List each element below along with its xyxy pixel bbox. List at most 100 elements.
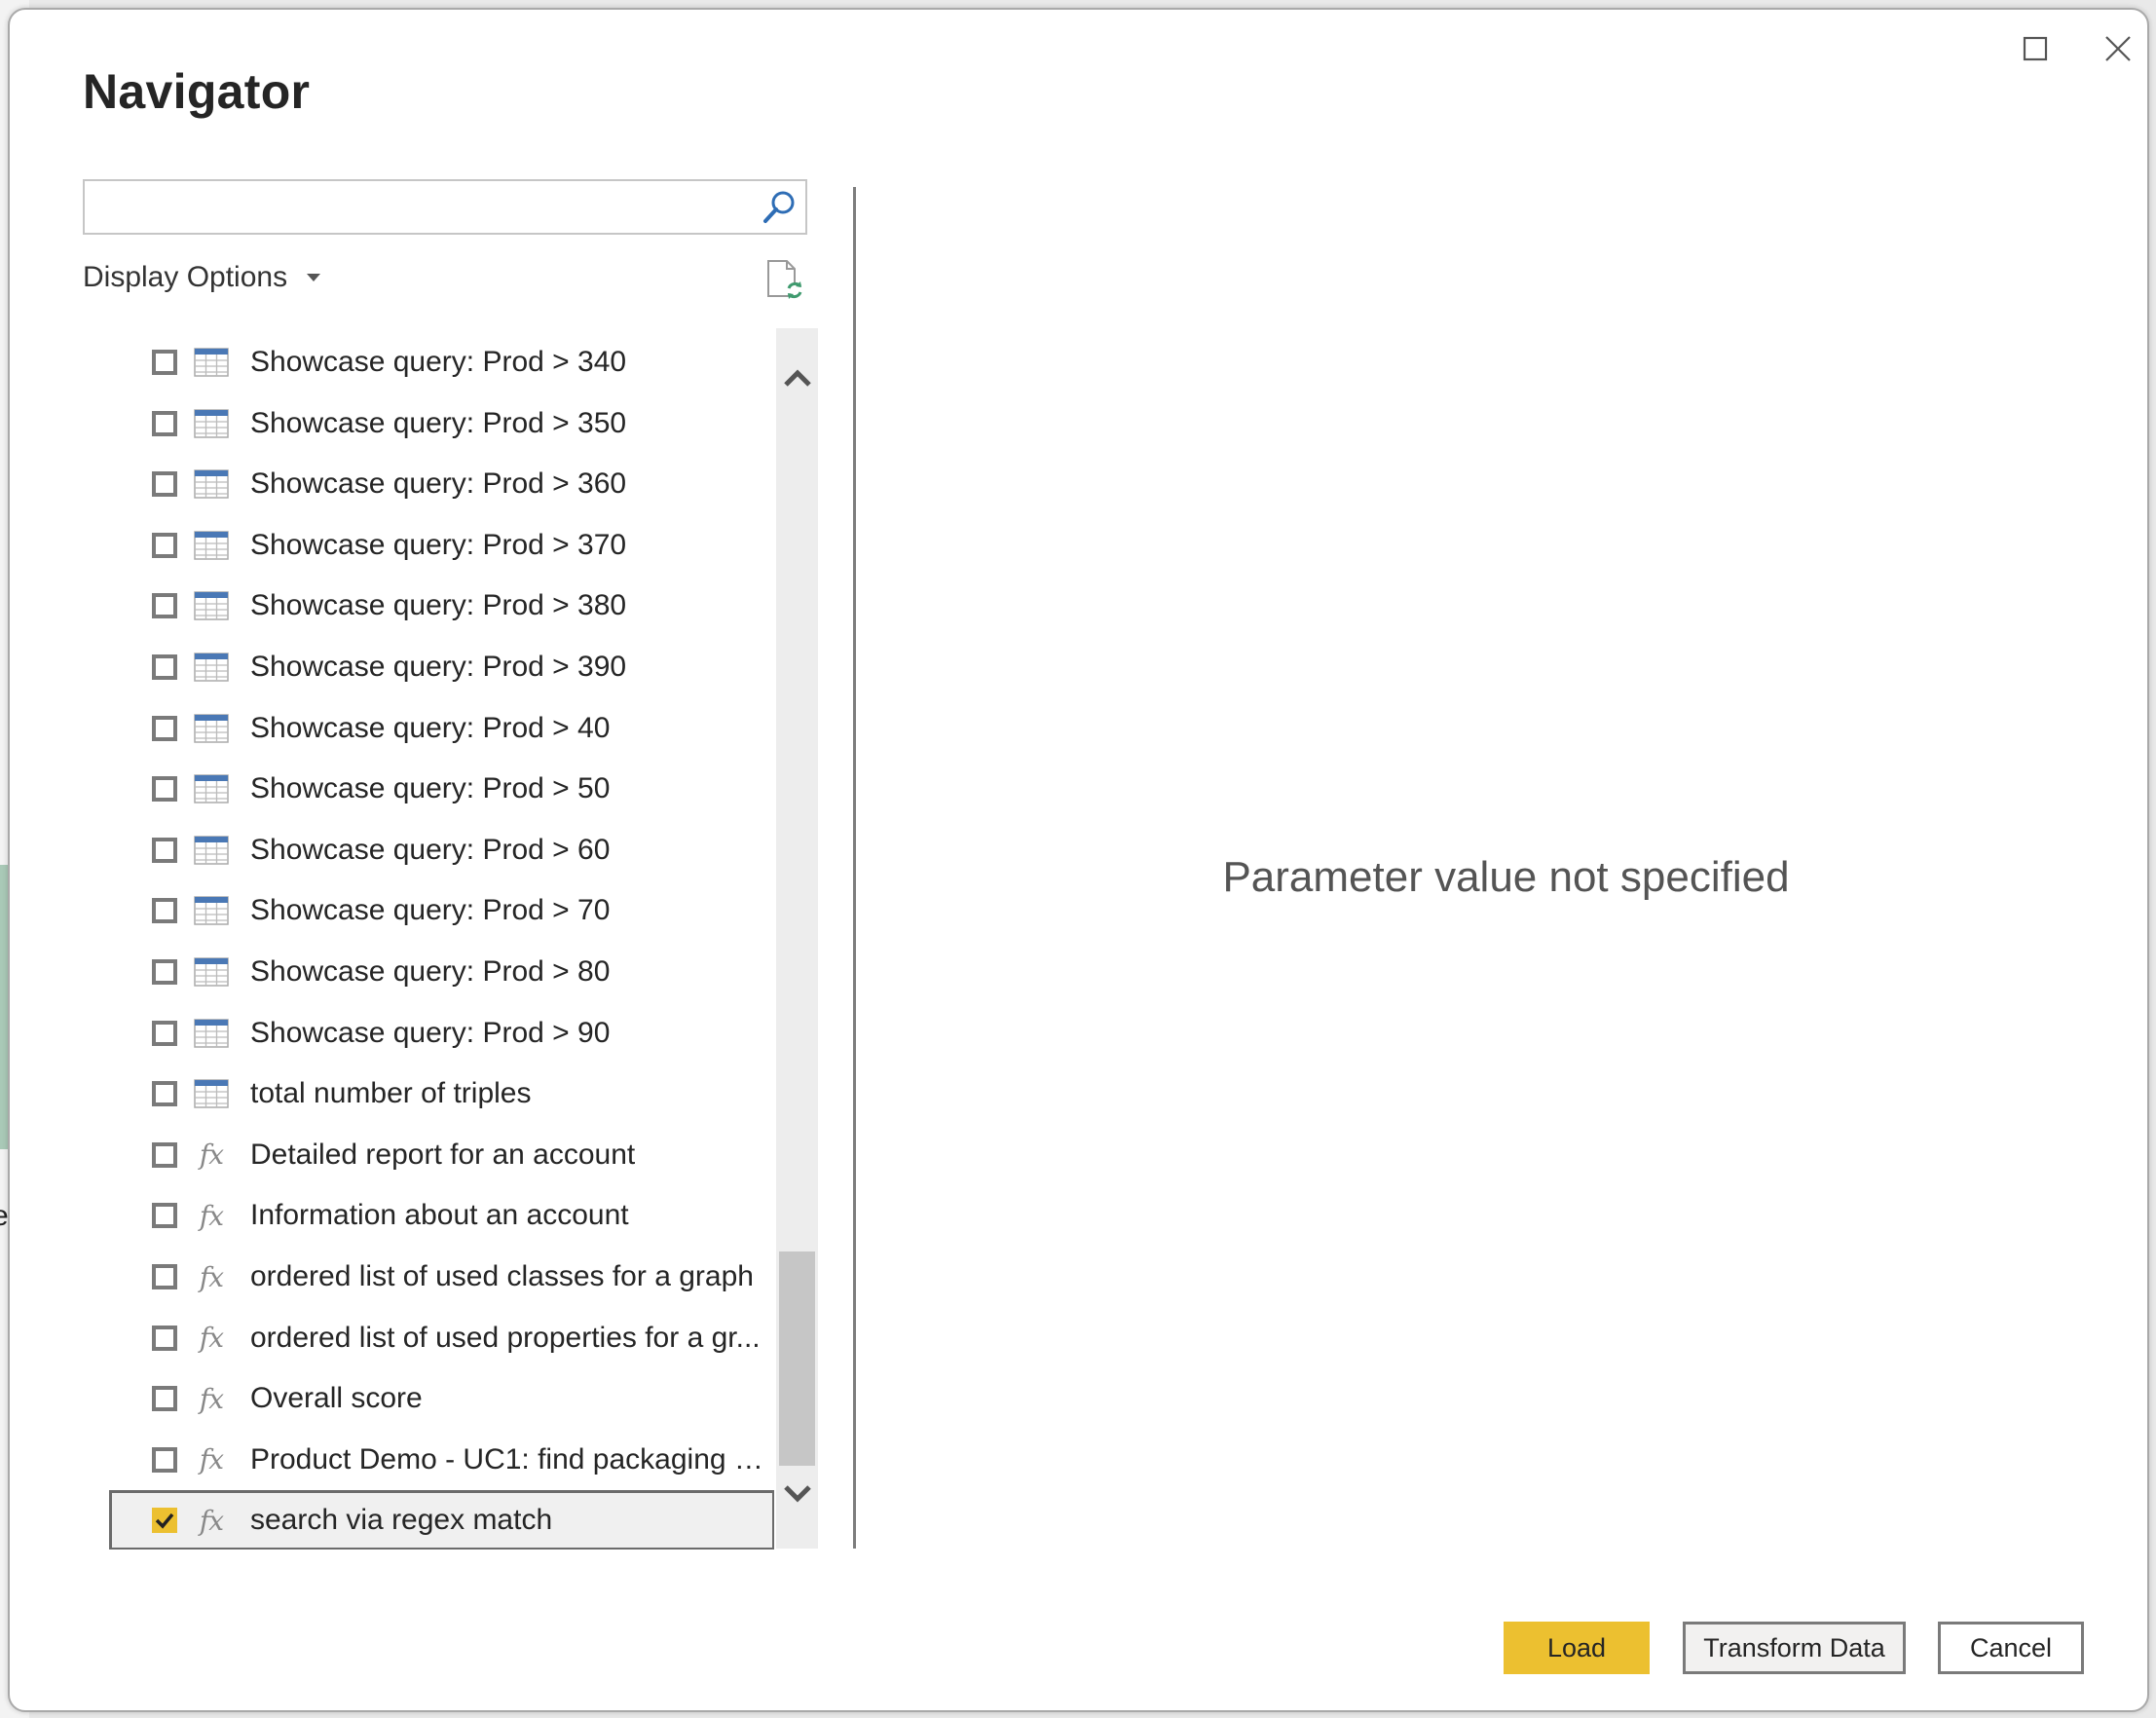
item-checkbox[interactable] xyxy=(152,776,177,803)
function-icon: fx xyxy=(194,1139,229,1172)
item-checkbox[interactable] xyxy=(152,959,177,985)
list-item[interactable]: fx Information about an account xyxy=(102,1185,774,1246)
list-item[interactable]: fx Detailed report for an account xyxy=(102,1125,774,1185)
preview-message: Parameter value not specified xyxy=(1222,853,1790,901)
list-item[interactable]: fx ordered list of used properties for a … xyxy=(102,1308,774,1368)
list-item[interactable]: Showcase query: Prod > 390 xyxy=(102,637,774,697)
list-item[interactable]: fx ordered list of used classes for a gra… xyxy=(102,1247,774,1307)
list-item[interactable]: Showcase query: Prod > 70 xyxy=(102,880,774,941)
list-item[interactable]: fx search via regex match xyxy=(109,1490,774,1550)
table-icon xyxy=(194,653,229,682)
scrollbar-thumb[interactable] xyxy=(779,1251,815,1466)
list-item[interactable]: total number of triples xyxy=(102,1064,774,1124)
scroll-down-button[interactable] xyxy=(776,1479,818,1509)
item-label: Showcase query: Prod > 380 xyxy=(250,589,627,622)
item-label: Showcase query: Prod > 390 xyxy=(250,651,627,683)
function-icon: fx xyxy=(194,1200,229,1232)
item-checkbox[interactable] xyxy=(152,1508,177,1534)
item-label: Showcase query: Prod > 80 xyxy=(250,955,611,988)
function-icon-glyph: fx xyxy=(199,1139,224,1172)
item-checkbox[interactable] xyxy=(152,410,177,436)
list-item[interactable]: Showcase query: Prod > 360 xyxy=(102,454,774,514)
function-icon-glyph: fx xyxy=(199,1504,224,1537)
item-label: Showcase query: Prod > 70 xyxy=(250,894,611,927)
table-icon xyxy=(194,957,229,987)
table-icon xyxy=(194,531,229,560)
maximize-button[interactable] xyxy=(2011,27,2060,70)
list-item[interactable]: Showcase query: Prod > 60 xyxy=(102,820,774,880)
refresh-document-icon xyxy=(767,260,802,299)
item-label: Information about an account xyxy=(250,1199,629,1232)
item-label: Showcase query: Prod > 340 xyxy=(250,346,627,378)
table-icon xyxy=(194,408,229,438)
function-icon: fx xyxy=(194,1382,229,1415)
chevron-down-icon xyxy=(783,1485,811,1503)
function-icon: fx xyxy=(194,1322,229,1355)
item-checkbox[interactable] xyxy=(152,532,177,558)
navigator-dialog: Navigator Display Options Showcase query… xyxy=(8,8,2149,1712)
list-item[interactable]: Showcase query: Prod > 40 xyxy=(102,698,774,759)
item-label: Showcase query: Prod > 370 xyxy=(250,528,627,561)
caret-down-icon xyxy=(307,274,321,281)
item-label: Overall score xyxy=(250,1382,423,1415)
maximize-icon xyxy=(2023,36,2048,61)
item-checkbox[interactable] xyxy=(152,1081,177,1107)
list-item[interactable]: Showcase query: Prod > 380 xyxy=(102,576,774,636)
list-scrollbar[interactable] xyxy=(776,328,818,1549)
table-icon xyxy=(194,348,229,377)
close-button[interactable] xyxy=(2094,27,2142,70)
item-checkbox[interactable] xyxy=(152,1203,177,1229)
search-icon[interactable] xyxy=(761,189,798,231)
list-item[interactable]: Showcase query: Prod > 80 xyxy=(102,942,774,1002)
list-item[interactable]: Showcase query: Prod > 90 xyxy=(102,1003,774,1064)
navigator-item-list: Showcase query: Prod > 340 Showcase query… xyxy=(102,332,774,1550)
list-item[interactable]: Showcase query: Prod > 350 xyxy=(102,393,774,454)
list-item[interactable]: Showcase query: Prod > 340 xyxy=(102,332,774,392)
load-button[interactable]: Load xyxy=(1504,1622,1650,1674)
list-item[interactable]: fx Product Demo - UC1: find packaging g..… xyxy=(102,1430,774,1490)
function-icon-glyph: fx xyxy=(199,1322,224,1355)
item-checkbox[interactable] xyxy=(152,1325,177,1351)
item-checkbox[interactable] xyxy=(152,898,177,924)
search-input[interactable] xyxy=(94,181,761,232)
item-checkbox[interactable] xyxy=(152,837,177,863)
search-box[interactable] xyxy=(83,179,807,235)
list-item[interactable]: Showcase query: Prod > 50 xyxy=(102,759,774,819)
item-checkbox[interactable] xyxy=(152,350,177,375)
table-icon xyxy=(194,774,229,803)
item-label: Showcase query: Prod > 360 xyxy=(250,467,627,501)
item-label: search via regex match xyxy=(250,1504,553,1537)
function-icon: fx xyxy=(194,1260,229,1293)
item-label: total number of triples xyxy=(250,1077,532,1110)
item-checkbox[interactable] xyxy=(152,654,177,680)
item-checkbox[interactable] xyxy=(152,1141,177,1168)
item-label: Product Demo - UC1: find packaging g... xyxy=(250,1442,771,1475)
function-icon-glyph: fx xyxy=(199,1382,224,1415)
item-checkbox[interactable] xyxy=(152,1264,177,1289)
item-label: Showcase query: Prod > 350 xyxy=(250,406,627,439)
item-label: ordered list of used classes for a graph xyxy=(250,1260,754,1292)
display-options-label: Display Options xyxy=(83,261,288,293)
dialog-title: Navigator xyxy=(83,64,311,119)
item-checkbox[interactable] xyxy=(152,471,177,498)
item-checkbox[interactable] xyxy=(152,593,177,619)
item-label: Showcase query: Prod > 40 xyxy=(250,711,611,744)
scroll-up-button[interactable] xyxy=(776,363,818,392)
list-item[interactable]: Showcase query: Prod > 370 xyxy=(102,515,774,576)
list-item[interactable]: fx Overall score xyxy=(102,1368,774,1429)
item-checkbox[interactable] xyxy=(152,1020,177,1046)
table-icon xyxy=(194,591,229,621)
item-checkbox[interactable] xyxy=(152,1446,177,1473)
cancel-button[interactable]: Cancel xyxy=(1938,1622,2084,1674)
item-checkbox[interactable] xyxy=(152,1386,177,1412)
function-icon-glyph: fx xyxy=(199,1260,224,1293)
table-icon xyxy=(194,896,229,926)
table-icon xyxy=(194,469,229,499)
item-label: ordered list of used properties for a gr… xyxy=(250,1321,761,1354)
transform-data-button[interactable]: Transform Data xyxy=(1683,1622,1906,1674)
refresh-button[interactable] xyxy=(765,259,804,305)
item-checkbox[interactable] xyxy=(152,715,177,741)
table-icon xyxy=(194,1079,229,1108)
item-label: Showcase query: Prod > 90 xyxy=(250,1016,611,1049)
display-options-dropdown[interactable]: Display Options xyxy=(83,261,321,294)
